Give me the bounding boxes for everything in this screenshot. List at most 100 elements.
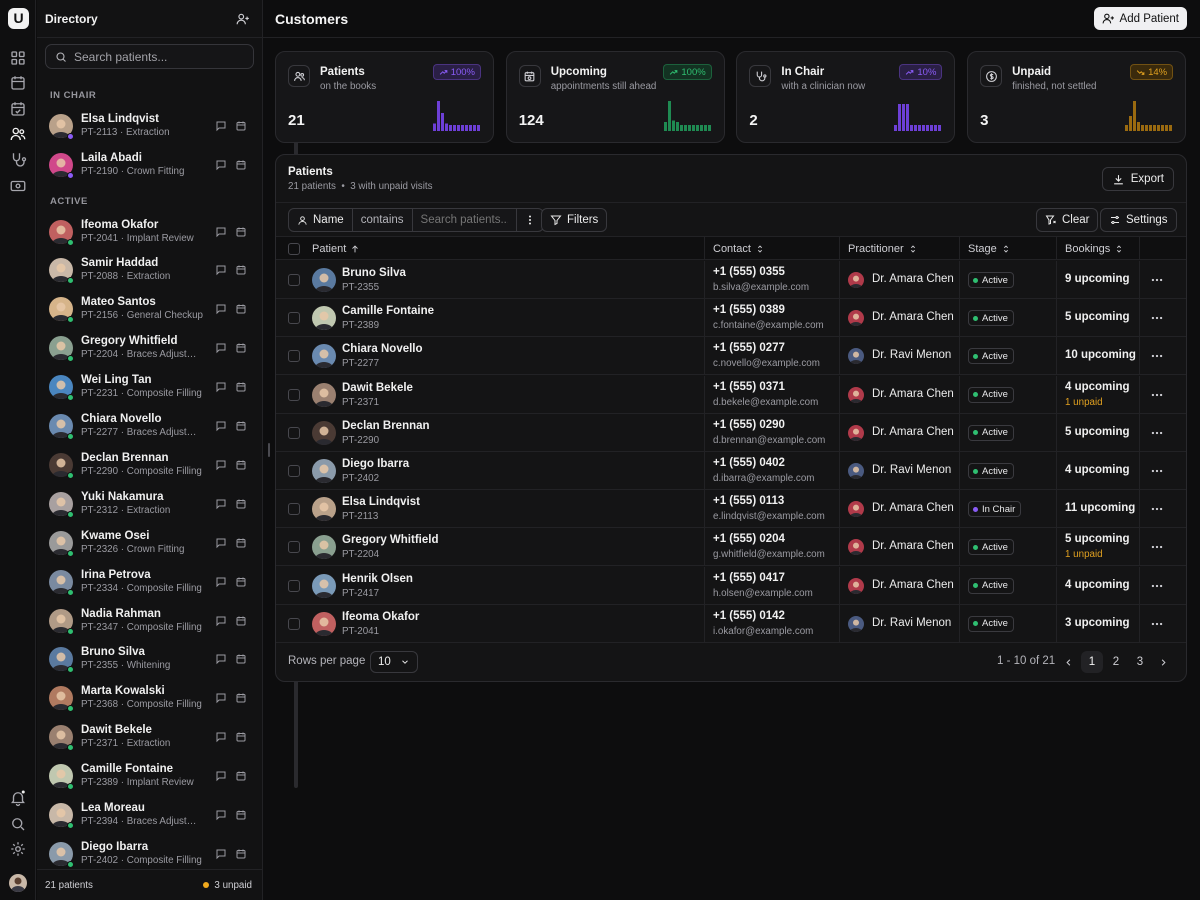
calendar-icon[interactable] xyxy=(235,653,247,665)
calendar-icon[interactable] xyxy=(235,498,247,510)
select-all-checkbox[interactable] xyxy=(288,243,300,255)
table-row[interactable]: Diego Ibarra PT-2402 +1 (555) 0402 d.ibarra… xyxy=(276,452,1186,490)
calendar-icon[interactable] xyxy=(235,576,247,588)
row-checkbox[interactable] xyxy=(288,274,300,286)
patient-list-item[interactable]: Gregory Whitfield PT-2204 · Braces Adjust… xyxy=(49,333,249,365)
more-icon[interactable] xyxy=(1150,349,1164,363)
calendar-icon[interactable] xyxy=(235,537,247,549)
row-checkbox[interactable] xyxy=(288,579,300,592)
more-icon[interactable] xyxy=(1150,617,1164,631)
patient-list-item[interactable]: Samir Haddad PT-2088 · Extraction xyxy=(49,255,249,287)
calendar-icon[interactable] xyxy=(235,809,247,821)
page-1[interactable]: 1 xyxy=(1081,651,1103,673)
add-user-icon[interactable] xyxy=(236,12,250,26)
patient-list-item[interactable]: Declan Brennan PT-2290 · Composite Fillin… xyxy=(49,450,249,482)
calendar-icon[interactable] xyxy=(9,74,27,92)
row-checkbox[interactable] xyxy=(288,541,300,554)
patient-list-item[interactable]: Bruno Silva PT-2355 · Whitening xyxy=(49,644,249,676)
calendar-icon[interactable] xyxy=(235,420,247,432)
message-icon[interactable] xyxy=(215,692,227,704)
message-icon[interactable] xyxy=(215,809,227,821)
col-practitioner[interactable]: Practitioner xyxy=(839,237,959,260)
table-row[interactable]: Elsa Lindqvist PT-2113 +1 (555) 0113 e.lind… xyxy=(276,490,1186,529)
prev-page-icon[interactable] xyxy=(1057,651,1079,673)
more-icon[interactable] xyxy=(1150,273,1164,287)
directory-search[interactable] xyxy=(45,44,254,69)
calendar-icon[interactable] xyxy=(235,615,247,627)
patient-list-item[interactable]: Yuki Nakamura PT-2312 · Extraction xyxy=(49,489,249,521)
patient-name[interactable]: Ifeoma Okafor xyxy=(342,611,419,623)
message-icon[interactable] xyxy=(215,264,227,276)
stat-card[interactable]: Patients on the books 100% 21 xyxy=(275,51,494,143)
filter-operator[interactable]: contains xyxy=(353,209,413,231)
row-checkbox[interactable] xyxy=(288,388,300,401)
users-icon[interactable] xyxy=(9,125,27,143)
col-bookings[interactable]: Bookings xyxy=(1056,237,1139,260)
message-icon[interactable] xyxy=(215,731,227,743)
calendar-icon[interactable] xyxy=(235,692,247,704)
message-icon[interactable] xyxy=(215,459,227,471)
calendar-check-icon[interactable] xyxy=(9,100,27,118)
row-checkbox[interactable] xyxy=(288,312,300,325)
stethoscope-icon[interactable] xyxy=(9,151,27,169)
patient-list-item[interactable]: Dawit Bekele PT-2371 · Extraction xyxy=(49,722,249,754)
table-row[interactable]: Gregory Whitfield PT-2204 +1 (555) 0204 g.w… xyxy=(276,528,1186,567)
filters-button[interactable]: Filters xyxy=(541,208,608,232)
message-icon[interactable] xyxy=(215,848,227,860)
table-row[interactable]: Camille Fontaine PT-2389 +1 (555) 0389 c.fo… xyxy=(276,299,1186,338)
calendar-icon[interactable] xyxy=(235,120,247,132)
message-icon[interactable] xyxy=(215,770,227,782)
more-icon[interactable] xyxy=(1150,502,1164,516)
filter-more-icon[interactable] xyxy=(517,209,543,231)
patient-list-item[interactable]: Irina Petrova PT-2334 · Composite Filling xyxy=(49,567,249,599)
message-icon[interactable] xyxy=(215,498,227,510)
page-2[interactable]: 2 xyxy=(1105,651,1127,673)
patient-list-item[interactable]: Wei Ling Tan PT-2231 · Composite Filling xyxy=(49,372,249,404)
stat-card[interactable]: Unpaid finished, not settled 14% 3 xyxy=(967,51,1187,143)
message-icon[interactable] xyxy=(215,653,227,665)
table-row[interactable]: Declan Brennan PT-2290 +1 (555) 0290 d.bren… xyxy=(276,413,1186,452)
row-checkbox[interactable] xyxy=(288,617,300,630)
col-patient[interactable]: Patient xyxy=(304,237,360,260)
settings-button[interactable]: Settings xyxy=(1100,208,1177,232)
next-page-icon[interactable] xyxy=(1152,651,1174,673)
table-row[interactable]: Chiara Novello PT-2277 +1 (555) 0277 c.nove… xyxy=(276,337,1186,376)
calendar-icon[interactable] xyxy=(235,226,247,238)
calendar-icon[interactable] xyxy=(235,848,247,860)
calendar-icon[interactable] xyxy=(235,770,247,782)
more-icon[interactable] xyxy=(1150,426,1164,440)
patient-list-item[interactable]: Kwame Osei PT-2326 · Crown Fitting xyxy=(49,528,249,560)
row-checkbox[interactable] xyxy=(288,503,300,516)
patient-list-item[interactable]: Chiara Novello PT-2277 · Braces Adjustmen… xyxy=(49,411,249,443)
calendar-icon[interactable] xyxy=(235,159,247,171)
message-icon[interactable] xyxy=(215,537,227,549)
patient-list-item[interactable]: Camille Fontaine PT-2389 · Implant Review xyxy=(49,761,249,793)
patient-list-item[interactable]: Diego Ibarra PT-2402 · Composite Filling xyxy=(49,839,249,871)
table-row[interactable]: Henrik Olsen PT-2417 +1 (555) 0417 h.olsen@… xyxy=(276,566,1186,605)
message-icon[interactable] xyxy=(215,303,227,315)
more-icon[interactable] xyxy=(1150,388,1164,402)
app-logo[interactable]: U xyxy=(8,8,29,29)
patient-list-item[interactable]: Mateo Santos PT-2156 · General Checkup xyxy=(49,294,249,326)
message-icon[interactable] xyxy=(215,576,227,588)
patient-list-item[interactable]: Lea Moreau PT-2394 · Braces Adjustment xyxy=(49,800,249,832)
more-icon[interactable] xyxy=(1150,579,1164,593)
patient-name[interactable]: Diego Ibarra xyxy=(342,458,409,470)
more-icon[interactable] xyxy=(1150,540,1164,554)
patient-name[interactable]: Henrik Olsen xyxy=(342,573,413,585)
patient-name[interactable]: Chiara Novello xyxy=(342,343,423,355)
patient-list-item[interactable]: Laila Abadi PT-2190 · Crown Fitting xyxy=(49,150,249,182)
patient-list-item[interactable]: Nadia Rahman PT-2347 · Composite Filling xyxy=(49,606,249,638)
dashboard-icon[interactable] xyxy=(9,49,27,67)
table-row[interactable]: Dawit Bekele PT-2371 +1 (555) 0371 d.bekele… xyxy=(276,375,1186,414)
calendar-icon[interactable] xyxy=(235,731,247,743)
clear-button[interactable]: Clear xyxy=(1036,208,1099,232)
patient-list-item[interactable]: Ifeoma Okafor PT-2041 · Implant Review xyxy=(49,217,249,249)
patient-name[interactable]: Bruno Silva xyxy=(342,267,406,279)
calendar-icon[interactable] xyxy=(235,303,247,315)
page-3[interactable]: 3 xyxy=(1129,651,1151,673)
message-icon[interactable] xyxy=(215,342,227,354)
row-checkbox[interactable] xyxy=(288,350,300,363)
export-button[interactable]: Export xyxy=(1101,167,1174,191)
row-checkbox[interactable] xyxy=(288,465,300,477)
